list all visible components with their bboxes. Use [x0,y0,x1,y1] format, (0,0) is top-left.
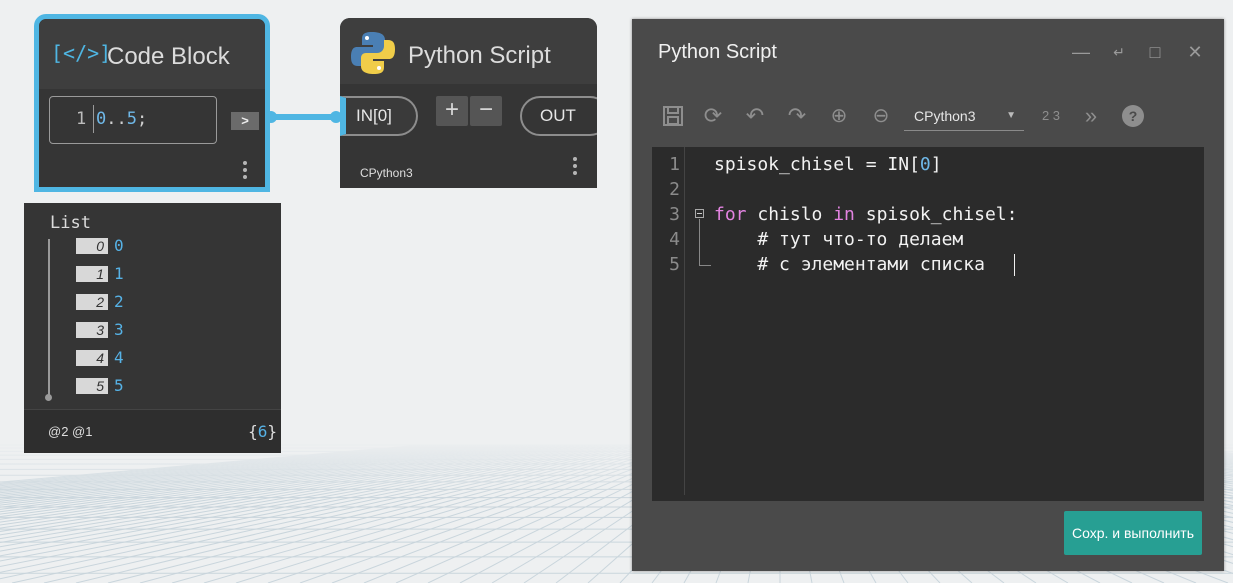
code-block-header[interactable]: [</>] Code Block [39,19,265,89]
code-line-number: 1 [76,109,87,129]
editor-titlebar[interactable]: Python Script — ↵ □ ✕ [632,19,1224,85]
python-node-header[interactable]: Python Script [340,18,597,84]
close-icon[interactable]: ✕ [1184,41,1206,63]
python-logo-icon [351,32,395,74]
code-line: 3 for chislo in spisok_chisel: [669,204,1018,225]
editor-toolbar: ⟳ ↶ ↷ ⊕ ⊖ CPython3 ▼ 2 3 » ? [658,99,1178,135]
editor-title: Python Script [658,41,777,63]
wire-start-dot [265,111,277,123]
input-port-in0[interactable]: IN[0] [340,96,418,136]
more-icon[interactable]: » [1076,99,1106,133]
help-icon[interactable]: ? [1118,99,1148,133]
fold-toggle-icon[interactable] [695,209,704,218]
list-title: List [50,213,91,233]
add-input-button[interactable]: + [436,96,468,126]
reload-icon[interactable]: ⟳ [698,99,728,133]
svg-text:?: ? [1129,108,1138,124]
code-editor[interactable]: 1 spisok_chisel = IN[0] 2 3 for chislo i… [652,147,1204,501]
chevron-down-icon: ▼ [1006,110,1016,121]
text-cursor [1014,254,1015,276]
minimize-icon[interactable]: — [1070,41,1092,63]
code-bracket-icon: [</>] [51,41,112,65]
undo-icon[interactable]: ↶ [740,99,770,133]
code-line: 1 spisok_chisel = IN[0] [669,154,942,175]
save-and-run-button[interactable]: Сохр. и выполнить [1064,511,1202,555]
code-block-output-port[interactable]: > [231,112,259,130]
maximize-icon[interactable]: □ [1144,41,1166,63]
list-count: {6} [248,422,277,441]
code-line: 2 [669,179,680,200]
code-block-node[interactable]: [</>] Code Block 1 0..5; > [34,14,270,192]
zoom-in-icon[interactable]: ⊕ [824,99,854,133]
save-icon[interactable] [658,99,688,133]
fold-guide-end [699,265,711,266]
node-menu-icon[interactable] [573,157,577,178]
list-footer: @2 @1 {6} [24,409,281,453]
code-cursor [93,105,94,133]
python-engine-label: CPython3 [360,166,413,180]
python-node-title: Python Script [408,42,551,69]
engine-dropdown[interactable]: CPython3 ▼ [904,101,1024,131]
connector-wire[interactable] [270,114,336,120]
python-script-node[interactable]: Python Script IN[0] + − OUT CPython3 [340,18,597,188]
list-preview-bubble[interactable]: List 00 11 22 33 44 55 @2 @1 {6} [24,203,281,453]
node-menu-icon[interactable] [243,161,247,182]
zoom-out-icon[interactable]: ⊖ [866,99,896,133]
list-levels[interactable]: @2 @1 [48,424,92,439]
code-block-editor[interactable]: 1 0..5; [49,96,217,144]
python-editor-window[interactable]: Python Script — ↵ □ ✕ ⟳ ↶ ↷ ⊕ ⊖ CPython3… [632,19,1224,571]
output-port-out[interactable]: OUT [520,96,597,136]
code-line: 5 # с элементами списка [669,254,985,275]
list-tree-line [48,239,50,397]
convert-icon[interactable]: 2 3 [1034,99,1068,133]
fold-guide [699,219,700,265]
redo-icon[interactable]: ↷ [782,99,812,133]
code-block-title: Code Block [107,43,230,70]
restore-icon[interactable]: ↵ [1108,41,1130,63]
remove-input-button[interactable]: − [470,96,502,126]
code-text[interactable]: 0..5; [96,109,147,129]
list-tree-end [45,394,52,401]
code-line: 4 # тут что-то делаем [669,229,964,250]
